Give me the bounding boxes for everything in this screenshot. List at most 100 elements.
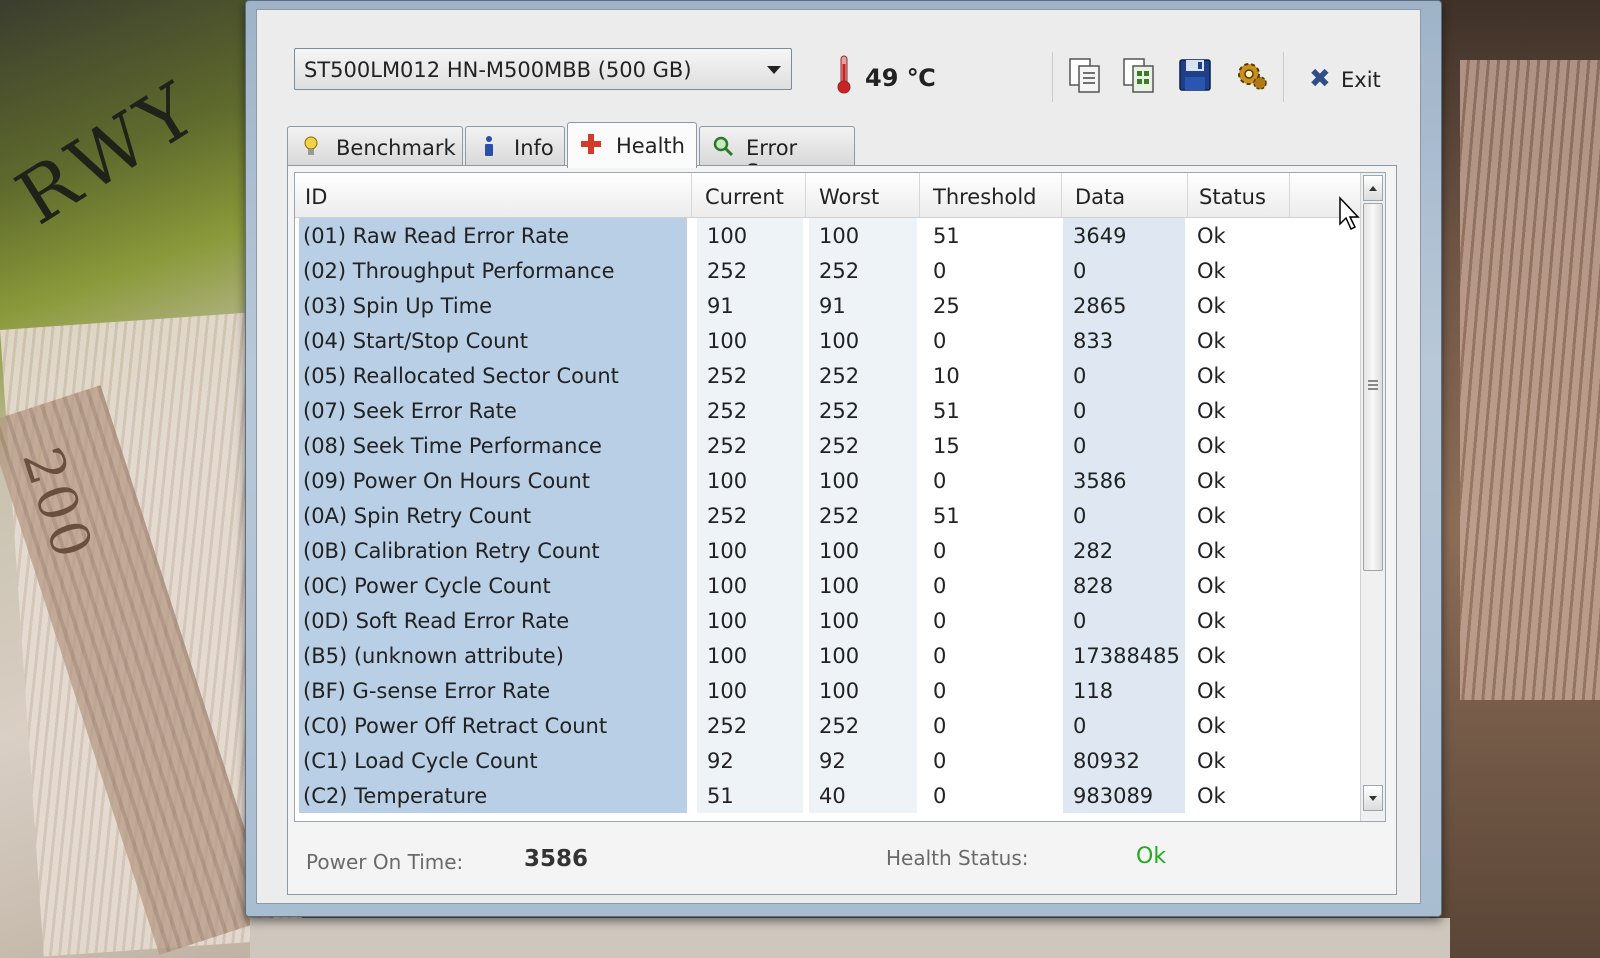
cell-current: 252 [707,434,748,458]
cell-data: 3586 [1073,469,1127,493]
cell-status: Ok [1197,644,1226,668]
table-row[interactable]: (0B) Calibration Retry Count 100 100 0 282 Ok [295,533,1361,568]
scroll-thumb[interactable] [1363,203,1383,571]
tab-error-scan[interactable]: Error Scan [699,126,855,184]
cell-id: (04) Start/Stop Count [303,329,528,353]
cell-worst: 100 [819,224,860,248]
cell-data: 2865 [1073,294,1127,318]
header-id[interactable]: ID [305,185,327,209]
cell-current: 252 [707,714,748,738]
cell-status: Ok [1197,574,1226,598]
cell-current: 92 [707,749,734,773]
table-row[interactable]: (C1) Load Cycle Count 92 92 0 80932 Ok [295,743,1361,778]
scroll-down-button[interactable] [1363,785,1383,811]
cell-threshold: 0 [933,784,947,808]
cell-worst: 100 [819,469,860,493]
cell-threshold: 0 [933,644,947,668]
table-row[interactable]: (B5) (unknown attribute) 100 100 0 17388485 O… [295,638,1361,673]
cell-current: 100 [707,329,748,353]
cell-current: 51 [707,784,734,808]
cell-data: 282 [1073,539,1114,563]
cell-id: (08) Seek Time Performance [303,434,602,458]
lightbulb-icon [304,136,318,155]
table-row[interactable]: (03) Spin Up Time 91 91 25 2865 Ok [295,288,1361,323]
cell-id: (05) Reallocated Sector Count [303,364,619,388]
header-threshold[interactable]: Threshold [933,185,1037,209]
cell-worst: 40 [819,784,846,808]
cell-threshold: 0 [933,469,947,493]
cell-threshold: 15 [933,434,960,458]
table-row[interactable]: (05) Reallocated Sector Count 252 252 10 0 Ok [295,358,1361,393]
tab-health[interactable]: Health [567,122,697,168]
table-row[interactable]: (08) Seek Time Performance 252 252 15 0 Ok [295,428,1361,463]
cell-worst: 91 [819,294,846,318]
cell-status: Ok [1197,294,1226,318]
table-row[interactable]: (C2) Temperature 51 40 0 983089 Ok [295,778,1361,813]
column-divider [805,173,806,217]
tab-benchmark[interactable]: Benchmark [287,126,463,166]
cell-id: (07) Seek Error Rate [303,399,517,423]
info-icon [485,136,493,156]
drive-select[interactable]: ST500LM012 HN-M500MBB (500 GB) [294,48,792,90]
cell-threshold: 51 [933,399,960,423]
cell-data: 118 [1073,679,1114,703]
copy-all-icon[interactable] [1121,56,1157,94]
smart-attributes-table[interactable]: ID Current Worst Threshold Data Status (… [294,172,1386,822]
cell-worst: 252 [819,259,860,283]
table-row[interactable]: (0D) Soft Read Error Rate 100 100 0 0 Ok [295,603,1361,638]
cell-data: 0 [1073,609,1087,633]
cell-status: Ok [1197,224,1226,248]
tab-info[interactable]: Info [465,126,565,166]
cell-worst: 92 [819,749,846,773]
cell-current: 100 [707,469,748,493]
cell-worst: 100 [819,644,860,668]
table-row[interactable]: (01) Raw Read Error Rate 100 100 51 3649 Ok [295,218,1361,253]
cell-threshold: 0 [933,679,947,703]
cell-status: Ok [1197,504,1226,528]
table-row[interactable]: (0A) Spin Retry Count 252 252 51 0 Ok [295,498,1361,533]
monitor-bezel-bottom [250,918,1450,958]
cell-threshold: 0 [933,609,947,633]
cell-id: (02) Throughput Performance [303,259,615,283]
cell-worst: 100 [819,539,860,563]
cell-status: Ok [1197,539,1226,563]
header-current[interactable]: Current [705,185,784,209]
table-row[interactable]: (02) Throughput Performance 252 252 0 0 Ok [295,253,1361,288]
close-icon: ✖ [1309,64,1331,94]
toolbar-separator [1052,52,1054,102]
options-icon[interactable] [1233,56,1269,94]
save-icon[interactable] [1177,56,1213,94]
column-divider [691,173,692,217]
scroll-up-button[interactable] [1363,175,1383,201]
table-row[interactable]: (04) Start/Stop Count 100 100 0 833 Ok [295,323,1361,358]
table-row[interactable]: (0C) Power Cycle Count 100 100 0 828 Ok [295,568,1361,603]
cell-data: 80932 [1073,749,1140,773]
health-panel: ID Current Worst Threshold Data Status (… [287,165,1397,895]
cell-data: 0 [1073,714,1087,738]
cell-data: 17388485 [1073,644,1180,668]
cell-threshold: 51 [933,224,960,248]
vertical-scrollbar[interactable] [1360,173,1385,821]
cell-data: 3649 [1073,224,1127,248]
cell-data: 0 [1073,504,1087,528]
table-row[interactable]: (BF) G-sense Error Rate 100 100 0 118 Ok [295,673,1361,708]
cell-id: (C1) Load Cycle Count [303,749,538,773]
tab-label: Benchmark [336,136,456,160]
header-worst[interactable]: Worst [819,185,879,209]
header-data[interactable]: Data [1075,185,1125,209]
cell-data: 0 [1073,399,1087,423]
table-header: ID Current Worst Threshold Data Status [295,173,1361,218]
cell-current: 100 [707,644,748,668]
table-row[interactable]: (C0) Power Off Retract Count 252 252 0 0 Ok [295,708,1361,743]
cell-status: Ok [1197,749,1226,773]
table-row[interactable]: (09) Power On Hours Count 100 100 0 3586 Ok [295,463,1361,498]
column-divider [919,173,920,217]
table-row[interactable]: (07) Seek Error Rate 252 252 51 0 Ok [295,393,1361,428]
cell-id: (03) Spin Up Time [303,294,493,318]
cell-current: 252 [707,259,748,283]
cell-data: 0 [1073,434,1087,458]
copy-icon[interactable] [1067,56,1103,94]
cell-data: 0 [1073,364,1087,388]
chevron-down-icon[interactable] [767,66,781,74]
header-status[interactable]: Status [1199,185,1266,209]
